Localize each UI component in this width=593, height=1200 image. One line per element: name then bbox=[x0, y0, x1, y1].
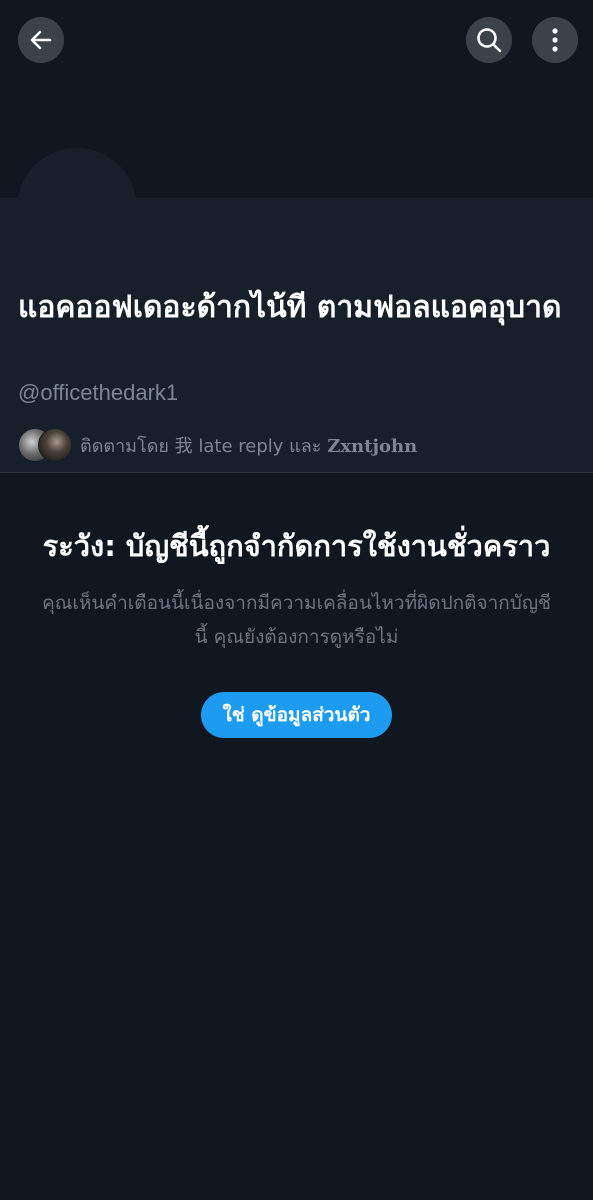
top-bar bbox=[0, 0, 593, 82]
follower-avatar bbox=[38, 428, 72, 462]
followed-by-text: ติดตามโดย 我 late reply และ Zxntjohn bbox=[80, 431, 417, 460]
warning-title: ระวัง: บัญชีนี้ถูกจำกัดการใช้งานชั่วคราว bbox=[42, 529, 551, 563]
follower-name: Zxntjohn bbox=[327, 435, 418, 457]
followed-by-row[interactable]: ติดตามโดย 我 late reply และ Zxntjohn bbox=[18, 427, 417, 463]
arrow-left-icon bbox=[30, 30, 52, 50]
restricted-account-warning: ระวัง: บัญชีนี้ถูกจำกัดการใช้งานชั่วคราว… bbox=[0, 520, 593, 738]
back-button[interactable] bbox=[18, 17, 64, 63]
avatar bbox=[17, 148, 137, 268]
followed-by-prefix: ติดตามโดย 我 late reply และ bbox=[80, 435, 328, 457]
search-icon bbox=[477, 28, 502, 53]
view-profile-button[interactable]: ใช่ ดูข้อมูลส่วนตัว bbox=[200, 692, 393, 738]
username-handle: @officethedark1 bbox=[18, 380, 179, 405]
display-name: แอคออฟเดอะด้ากไน้ที ตามฟอลแอคอุบาด bbox=[18, 290, 562, 325]
more-vertical-icon bbox=[552, 28, 558, 52]
follower-avatars bbox=[18, 428, 74, 462]
more-options-button[interactable] bbox=[532, 17, 578, 63]
search-button[interactable] bbox=[466, 17, 512, 63]
warning-message: คุณเห็นคำเตือนนี้เนื่องจากมีความเคลื่อนไ… bbox=[42, 592, 551, 648]
